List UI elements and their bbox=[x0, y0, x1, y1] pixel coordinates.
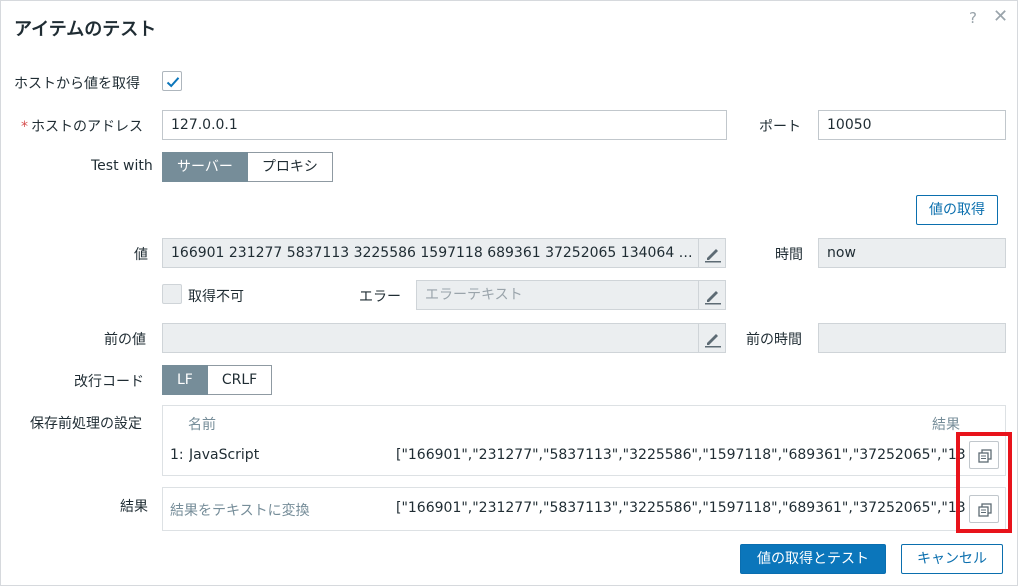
result-panel: 結果をテキストに変換 ["166901","231277","5837113",… bbox=[162, 487, 1006, 531]
prev-value-edit-button[interactable] bbox=[698, 323, 726, 353]
host-address-label: * ホストのアドレス bbox=[21, 116, 143, 136]
eol-label: 改行コード bbox=[74, 374, 144, 390]
host-address-input[interactable]: 127.0.0.1 bbox=[162, 110, 727, 140]
error-edit-button[interactable] bbox=[698, 280, 726, 310]
preprocessing-label: 保存前処理の設定 bbox=[30, 416, 142, 432]
prev-value-input[interactable] bbox=[162, 323, 699, 353]
prev-time-input[interactable] bbox=[818, 323, 1006, 353]
dialog-title: アイテムのテスト bbox=[14, 19, 157, 40]
checkmark-icon bbox=[166, 77, 180, 88]
test-with-proxy-option[interactable]: プロキシ bbox=[247, 152, 333, 182]
item-test-dialog: アイテムのテスト ? ✕ ホストから値を取得 * ホストのアドレス 127.0.0… bbox=[0, 0, 1018, 586]
time-label: 時間 bbox=[775, 247, 803, 263]
not-supported-checkbox[interactable] bbox=[162, 284, 182, 304]
annotation-highlight-box bbox=[956, 432, 1012, 533]
not-supported-label: 取得不可 bbox=[188, 289, 244, 305]
pencil-icon bbox=[705, 334, 721, 348]
error-input[interactable]: エラーテキスト bbox=[416, 280, 699, 310]
convert-to-text-link[interactable]: 結果をテキストに変換 bbox=[170, 500, 310, 520]
col-header-result: 結果 bbox=[932, 417, 960, 433]
preprocessing-table: 名前 結果 1: JavaScript ["166901","231277","… bbox=[162, 405, 1006, 476]
get-value-button[interactable]: 値の取得 bbox=[916, 195, 998, 225]
cancel-button[interactable]: キャンセル bbox=[901, 544, 1003, 574]
step-result: ["166901","231277","5837113","3225586","… bbox=[396, 447, 966, 463]
get-from-host-label: ホストから値を取得 bbox=[14, 76, 140, 92]
test-with-segment: サーバー プロキシ bbox=[162, 152, 333, 182]
value-edit-button[interactable] bbox=[698, 238, 726, 268]
pencil-icon bbox=[705, 291, 721, 305]
result-value: ["166901","231277","5837113","3225586","… bbox=[396, 500, 966, 516]
test-with-server-option[interactable]: サーバー bbox=[162, 152, 248, 182]
get-from-host-checkbox[interactable] bbox=[162, 71, 182, 91]
port-input[interactable]: 10050 bbox=[818, 110, 1006, 140]
value-label: 値 bbox=[134, 247, 148, 263]
step-number: 1: bbox=[170, 447, 184, 463]
host-address-label-text: ホストのアドレス bbox=[31, 119, 143, 135]
error-label: エラー bbox=[359, 289, 401, 305]
prev-value-label: 前の値 bbox=[104, 332, 146, 348]
prev-time-label: 前の時間 bbox=[746, 332, 802, 348]
close-icon[interactable]: ✕ bbox=[993, 6, 1008, 27]
required-mark: * bbox=[21, 119, 28, 135]
pencil-icon bbox=[705, 249, 721, 263]
get-value-and-test-button[interactable]: 値の取得とテスト bbox=[740, 544, 886, 574]
eol-segment: LF CRLF bbox=[162, 365, 273, 395]
value-input[interactable]: 166901 231277 5837113 3225586 1597118 68… bbox=[162, 238, 699, 268]
result-label: 結果 bbox=[120, 499, 148, 515]
port-label: ポート bbox=[759, 119, 801, 135]
eol-crlf-option[interactable]: CRLF bbox=[207, 365, 273, 395]
time-input[interactable]: now bbox=[818, 238, 1006, 268]
help-icon[interactable]: ? bbox=[969, 9, 977, 27]
eol-lf-option[interactable]: LF bbox=[162, 365, 208, 395]
test-with-label: Test with bbox=[91, 158, 153, 174]
step-name: JavaScript bbox=[189, 447, 260, 463]
col-header-name: 名前 bbox=[188, 417, 216, 433]
